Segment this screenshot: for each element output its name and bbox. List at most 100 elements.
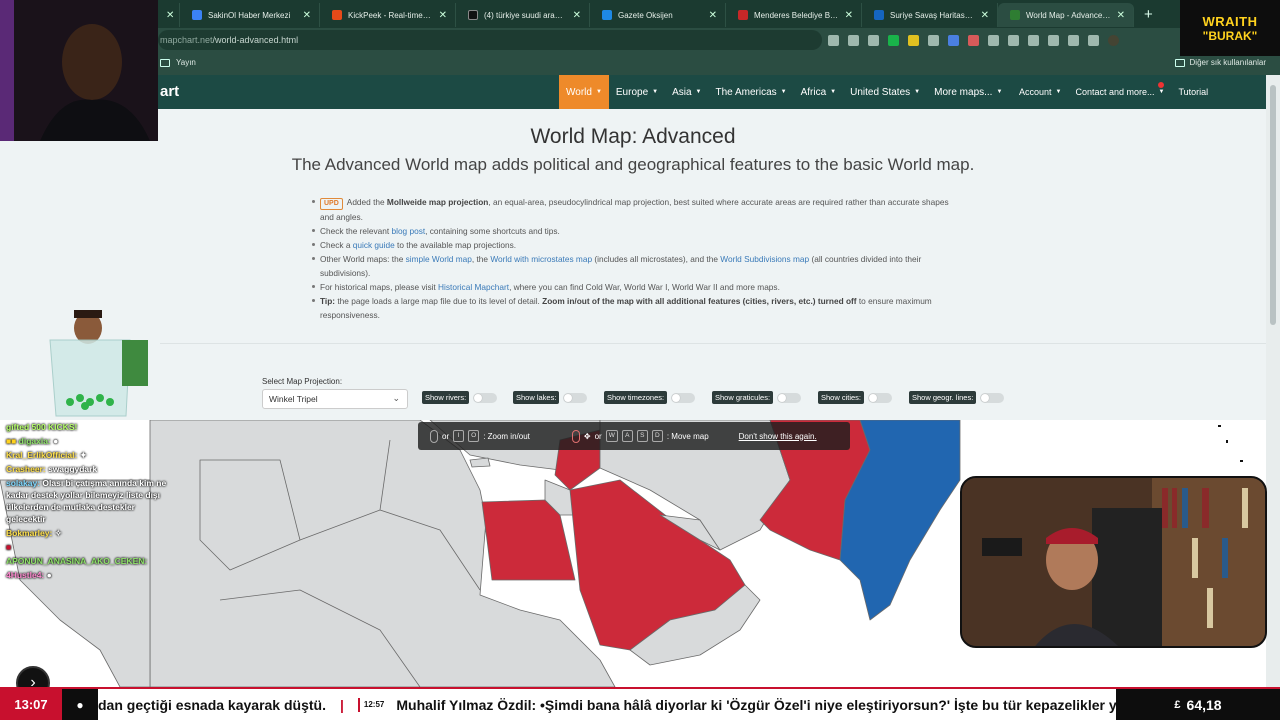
webcam-left <box>0 0 158 141</box>
blog-post-link[interactable]: blog post <box>391 226 425 236</box>
toggle-switch[interactable] <box>868 392 893 403</box>
toggle-timezones[interactable]: Show timezones: <box>604 391 696 404</box>
tab-gazete-oksijen[interactable]: Gazete Oksijen ✕ <box>590 3 726 27</box>
toggle-switch[interactable] <box>671 392 696 403</box>
nav-united-states[interactable]: United States ▼ <box>843 75 927 109</box>
tab-close-icon[interactable]: ✕ <box>981 10 989 21</box>
secondary-nav: Account ▼ Contact and more... ▼ Tutorial <box>1012 75 1215 109</box>
nav-americas[interactable]: The Americas ▼ <box>709 75 794 109</box>
bookmark-yayin[interactable]: Yayın <box>160 58 196 67</box>
chat-message: ■ <box>0 540 178 554</box>
toggle-switch[interactable] <box>980 392 1005 403</box>
quick-guide-link[interactable]: quick guide <box>353 240 395 250</box>
scroll-thumb[interactable] <box>1270 85 1276 325</box>
tab-world-map-active[interactable]: World Map - Advanced | M ✕ <box>998 3 1134 27</box>
dont-show-again-link[interactable]: Don't show this again. <box>739 432 817 441</box>
tab-favicon <box>332 10 342 20</box>
toggle-cities[interactable]: Show cities: <box>818 391 893 404</box>
sticker-overlay <box>30 300 152 418</box>
nav-world[interactable]: World ▼ <box>559 75 609 109</box>
tab-suriye[interactable]: Suriye Savaş Haritası - Son✕ <box>862 3 998 27</box>
nav-contact[interactable]: Contact and more... ▼ <box>1068 75 1171 109</box>
toggle-graticules[interactable]: Show graticules: <box>712 391 802 404</box>
tab-favicon <box>602 10 612 20</box>
caret-down-icon: ▼ <box>595 89 602 95</box>
main-nav: World ▼ Europe ▼ Asia ▼ The Americas ▼ Afric… <box>559 75 1009 109</box>
extension-icon[interactable] <box>908 34 919 46</box>
nav-account[interactable]: Account ▼ <box>1012 75 1068 109</box>
toggle-lakes[interactable]: Show lakes: <box>513 391 588 404</box>
subdivisions-map-link[interactable]: World Subdivisions map <box>720 254 809 264</box>
list-item: Check a quick guide to the available map… <box>312 238 962 252</box>
island-speck <box>1226 440 1228 443</box>
nav-asia[interactable]: Asia ▼ <box>665 75 708 109</box>
toggle-geogr-lines[interactable]: Show geogr. lines: <box>909 391 1005 404</box>
toggle-switch[interactable] <box>563 392 588 403</box>
toggle-switch[interactable] <box>777 392 802 403</box>
historical-mapchart-link[interactable]: Historical Mapchart <box>438 282 509 292</box>
extension-icon[interactable] <box>968 34 979 46</box>
cyprus <box>469 457 491 468</box>
browser-tab-bar: ✕ SakinOl Haber Merkezi ✕ KickPeek - Real… <box>0 0 1280 28</box>
tab-close-icon[interactable]: ✕ <box>709 10 717 21</box>
map-controls: Select Map Projection: Winkel Tripel ⌄ Sh… <box>262 377 1262 411</box>
folder-icon <box>160 58 170 67</box>
simple-world-map-link[interactable]: simple World map <box>406 254 472 264</box>
collections-icon[interactable] <box>1088 34 1099 46</box>
extension-icon[interactable] <box>928 34 939 46</box>
tab-favicon <box>468 10 478 20</box>
tab-favicon <box>738 10 748 20</box>
ticker-clock: 13:07 <box>0 689 62 720</box>
tab-favicon <box>874 10 884 20</box>
sticker-image <box>49 310 148 417</box>
refresh-icon[interactable] <box>988 34 999 46</box>
toggle-switch[interactable] <box>473 392 498 403</box>
new-tab-button[interactable]: + <box>1134 6 1163 23</box>
nav-more-maps[interactable]: More maps... ▼ <box>927 75 1009 109</box>
extension-icon[interactable] <box>888 34 899 46</box>
tab-sakinol[interactable]: SakinOl Haber Merkezi ✕ <box>180 3 320 27</box>
tab-close-icon[interactable]: ✕ <box>439 10 447 21</box>
reader-icon[interactable] <box>848 34 859 46</box>
tab-kickpeek[interactable]: KickPeek - Real-time URL C✕ <box>320 3 456 27</box>
tab-close-icon[interactable]: ✕ <box>845 10 853 21</box>
caret-down-icon: ▼ <box>914 89 921 95</box>
star-icon[interactable] <box>868 34 879 46</box>
heart-icon[interactable] <box>1048 34 1059 46</box>
toggle-rivers[interactable]: Show rivers: <box>422 391 498 404</box>
list-item: UPD Added the Mollweide map projection, a… <box>312 195 962 224</box>
extension-icon[interactable] <box>948 34 959 46</box>
key-i: I <box>453 430 465 442</box>
tab-close-icon[interactable]: ✕ <box>303 10 311 21</box>
tab-favicon <box>1010 10 1020 20</box>
bookmark-other-favorites[interactable]: Diğer sık kullanılanlar <box>1174 58 1266 67</box>
tab-menderes[interactable]: Menderes Belediye Başkanı✕ <box>726 3 862 27</box>
tab-close-icon[interactable]: ✕ <box>573 10 581 21</box>
page-scrollbar[interactable] <box>1266 75 1280 687</box>
emote-icon: ● <box>46 570 52 580</box>
chat-message: ■■ digaxia: ● <box>6 436 59 446</box>
split-view-icon[interactable] <box>1008 34 1019 46</box>
tab-close-previous[interactable]: ✕ <box>160 3 180 27</box>
microstates-map-link[interactable]: World with microstates map <box>490 254 592 264</box>
webcam-right <box>960 476 1267 648</box>
favorites-icon[interactable] <box>1028 34 1039 46</box>
caret-down-icon: ▼ <box>695 89 702 95</box>
puzzle-icon[interactable] <box>1068 34 1079 46</box>
nav-tutorial[interactable]: Tutorial <box>1171 75 1215 109</box>
tab-close-icon[interactable]: ✕ <box>1117 10 1125 21</box>
island-speck <box>1240 460 1243 462</box>
translate-icon[interactable] <box>828 34 839 46</box>
address-bar-row: mapchart.net/world-advanced.html <box>0 28 1280 52</box>
nav-europe[interactable]: Europe ▼ <box>609 75 665 109</box>
info-list: UPD Added the Mollweide map projection, a… <box>312 195 962 322</box>
tab-x-search[interactable]: (4) türkiye suudi arabistan✕ <box>456 3 590 27</box>
chevron-down-icon: ⌄ <box>392 393 400 403</box>
list-item: Other World maps: the simple World map, … <box>312 252 962 280</box>
projection-select[interactable]: Winkel Tripel ⌄ <box>262 389 408 409</box>
url-field[interactable]: mapchart.net/world-advanced.html <box>158 30 822 50</box>
nav-africa[interactable]: Africa ▼ <box>794 75 844 109</box>
site-logo[interactable]: art <box>160 83 179 100</box>
page-subtitle: The Advanced World map adds political an… <box>291 155 975 174</box>
avatar[interactable] <box>1108 34 1119 46</box>
